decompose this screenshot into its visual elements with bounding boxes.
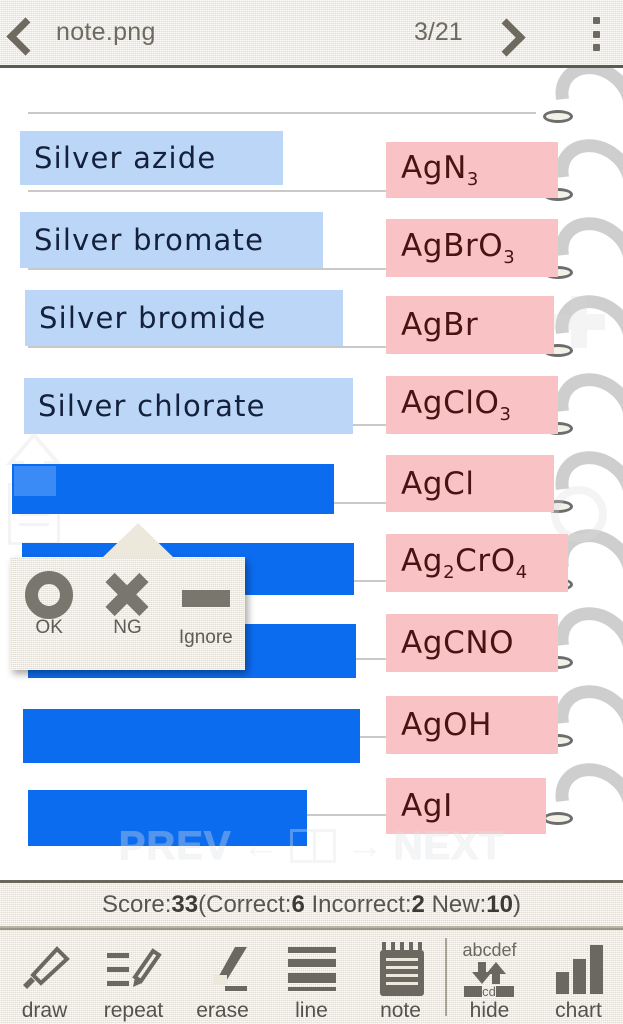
tool-chart[interactable]: chart — [534, 930, 623, 1024]
rule-line — [28, 112, 536, 114]
tool-label: line — [295, 999, 328, 1022]
tool-label: repeat — [103, 999, 164, 1022]
term-text: Silver chlorate — [38, 389, 266, 423]
formula-text: AgOH — [401, 707, 492, 743]
judge-option-ok[interactable]: OK — [14, 569, 84, 639]
formula-text: AgCl — [401, 465, 475, 502]
marker-pen-icon — [17, 938, 73, 1000]
bottom-toolbar: draw repeat erase line note abcdef cd hi… — [0, 928, 623, 1024]
circle-ok-icon — [25, 569, 74, 621]
judge-option-label: Ignore — [178, 627, 233, 648]
tool-label: chart — [555, 999, 602, 1022]
term-text: Silver bromide — [39, 301, 267, 335]
judge-option-label: NG — [113, 617, 142, 638]
page-indicator: 3/21 — [414, 18, 463, 46]
masked-term-overlay[interactable] — [12, 464, 334, 514]
formula-chip[interactable]: Ag2CrO4 — [386, 534, 568, 592]
page-title: note.png — [56, 18, 156, 46]
hide-abcdef-icon: abcdef cd — [462, 938, 518, 1000]
tool-note[interactable]: note — [356, 930, 445, 1024]
back-chevron-icon[interactable] — [0, 0, 44, 67]
judge-popup[interactable]: OK NG Ignore — [10, 523, 245, 670]
formula-text: AgBr — [401, 307, 479, 343]
term-chip[interactable]: Silver azide — [20, 131, 283, 185]
tool-erase[interactable]: erase — [178, 930, 267, 1024]
tool-draw[interactable]: draw — [0, 930, 89, 1024]
masked-term-overlay[interactable] — [28, 790, 307, 846]
term-chip[interactable]: Silver chlorate — [24, 378, 353, 434]
formula-text: AgN3 — [401, 149, 479, 191]
tool-label: erase — [196, 999, 249, 1022]
tool-line[interactable]: line — [267, 930, 356, 1024]
masked-term-overlay[interactable] — [23, 709, 360, 763]
next-arrow-icon: → — [345, 824, 384, 867]
cross-ng-icon — [104, 569, 150, 621]
masked-term-highlight — [14, 466, 56, 496]
formula-chip[interactable]: AgN3 — [386, 142, 558, 198]
hide-icon-top-text: abcdef — [462, 939, 517, 960]
score-text: Score:33(Correct:6 Incorrect:2 New:10) — [102, 890, 521, 918]
notepad-icon — [374, 938, 428, 1000]
formula-chip[interactable]: AgI — [386, 778, 546, 834]
ghost-plus-icon — [553, 296, 605, 348]
formula-chip[interactable]: AgClO3 — [386, 376, 558, 434]
term-chip[interactable]: Silver bromide — [25, 290, 343, 346]
dash-ignore-icon — [181, 569, 230, 621]
tool-label: note — [380, 999, 421, 1022]
judge-option-ng[interactable]: NG — [92, 569, 162, 639]
formula-text: AgBrO3 — [401, 227, 516, 269]
term-text: Silver azide — [34, 141, 217, 175]
repeat-pen-icon — [105, 938, 163, 1000]
note-canvas[interactable]: Silver azide AgN3 Silver bromate AgBrO3 … — [0, 68, 623, 880]
judge-option-ignore[interactable]: Ignore — [171, 569, 241, 649]
term-chip[interactable]: Silver bromate — [20, 212, 323, 268]
next-chevron-icon[interactable] — [483, 0, 527, 68]
eraser-icon — [195, 938, 251, 1000]
formula-chip[interactable]: AgBr — [386, 296, 554, 354]
score-bar: Score:33(Correct:6 Incorrect:2 New:10) — [0, 880, 623, 928]
overflow-menu-icon[interactable] — [587, 17, 605, 51]
formula-text: AgClO3 — [401, 384, 512, 426]
app-header: note.png 3/21 — [0, 0, 623, 68]
svg-text:cd: cd — [482, 984, 496, 998]
formula-text: Ag2CrO4 — [401, 542, 528, 584]
formula-chip[interactable]: AgBrO3 — [386, 219, 558, 277]
bar-chart-icon — [552, 938, 606, 1000]
formula-chip[interactable]: AgCNO — [386, 614, 558, 672]
term-text: Silver bromate — [34, 223, 265, 257]
lines-icon — [284, 938, 340, 1000]
popup-pointer — [102, 523, 174, 558]
formula-chip[interactable]: AgOH — [386, 696, 558, 754]
formula-chip[interactable]: AgCl — [386, 455, 554, 512]
tool-label: draw — [21, 999, 68, 1022]
tool-label: hide — [469, 999, 510, 1022]
judge-option-label: OK — [35, 617, 63, 638]
formula-text: AgCNO — [401, 625, 515, 661]
tool-hide[interactable]: abcdef cd hide — [445, 930, 534, 1024]
tool-repeat[interactable]: repeat — [89, 930, 178, 1024]
formula-text: AgI — [401, 788, 453, 824]
